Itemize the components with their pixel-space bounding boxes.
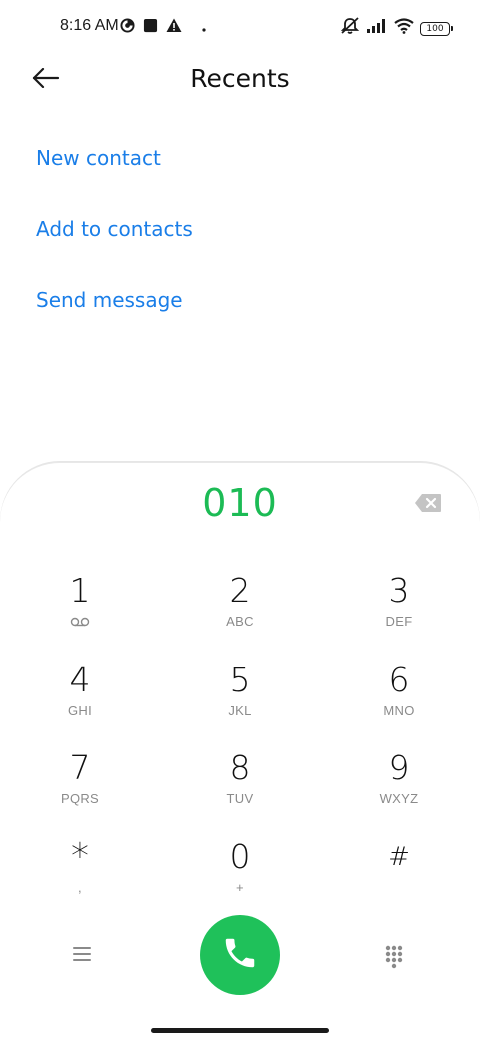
dialer-screen: 8:16 AM 100 Recents New contact Add to c…: [0, 0, 480, 1040]
backspace-button[interactable]: [414, 493, 442, 515]
add-to-contacts-link[interactable]: Add to contacts: [36, 207, 193, 278]
warning-icon: [166, 18, 182, 38]
dialer-bottom-bar: [0, 915, 480, 997]
backspace-icon: [414, 494, 442, 517]
key-letters: PQRS: [60, 791, 100, 806]
contact-actions: New contact Add to contacts Send message: [36, 136, 193, 349]
key-digit: 4: [69, 660, 91, 699]
key-3[interactable]: 3 DEF: [339, 571, 459, 651]
dialed-number: 010: [202, 481, 278, 525]
key-digit: 3: [388, 571, 410, 610]
voicemail-icon: [20, 613, 140, 631]
key-letters: ,: [78, 880, 82, 895]
key-digit: #: [388, 842, 410, 872]
key-7[interactable]: 7 PQRS: [20, 748, 140, 828]
battery-icon: 100: [420, 21, 453, 36]
status-bar: 8:16 AM 100: [0, 0, 480, 54]
key-0[interactable]: 0 +: [180, 837, 300, 917]
key-digit: 8: [229, 748, 251, 787]
key-digit: 6: [388, 660, 410, 699]
key-letters: ABC: [226, 614, 254, 629]
status-right-icons: 100: [340, 17, 453, 40]
header: Recents: [0, 54, 480, 106]
key-5[interactable]: 5 JKL: [180, 660, 300, 740]
menu-icon: [72, 947, 92, 967]
key-letters: WXYZ: [379, 791, 419, 806]
key-1[interactable]: 1: [20, 571, 140, 651]
key-letters: MNO: [383, 703, 415, 718]
data-saver-icon: [120, 18, 135, 38]
key-letters: TUV: [226, 791, 254, 806]
key-star[interactable]: * ,: [20, 837, 140, 917]
key-digit: 9: [388, 748, 410, 787]
menu-button[interactable]: [72, 945, 98, 967]
key-hash[interactable]: #: [339, 837, 459, 917]
key-4[interactable]: 4 GHI: [20, 660, 140, 740]
dot-icon: [202, 19, 206, 37]
key-9[interactable]: 9 WXYZ: [339, 748, 459, 828]
key-6[interactable]: 6 MNO: [339, 660, 459, 740]
key-digit: 0: [229, 837, 251, 876]
dialer-sheet: 010 1 2 ABC 3 DEF 4 GHI 5 JKL 6 MNO 7 PQ…: [0, 462, 480, 1040]
muted-icon: [340, 17, 360, 40]
square-notification-icon: [143, 18, 158, 38]
key-letters: DEF: [385, 614, 413, 629]
dialpad-toggle-button[interactable]: [385, 945, 405, 969]
key-8[interactable]: 8 TUV: [180, 748, 300, 828]
status-left-icons: [120, 18, 206, 38]
key-2[interactable]: 2 ABC: [180, 571, 300, 651]
phone-icon: [221, 934, 259, 977]
status-time: 8:16 AM: [60, 17, 119, 34]
key-digit: 2: [229, 571, 251, 610]
key-digit: 5: [229, 660, 251, 699]
key-digit: 7: [69, 748, 91, 787]
key-letters: GHI: [67, 703, 92, 718]
new-contact-link[interactable]: New contact: [36, 136, 193, 207]
call-button[interactable]: [200, 915, 280, 995]
key-digit: 1: [69, 571, 91, 610]
key-letters: +: [236, 880, 244, 895]
signal-icon: [366, 18, 388, 39]
wifi-icon: [394, 18, 414, 39]
home-indicator[interactable]: [151, 1028, 329, 1033]
dialpad-icon: [385, 945, 403, 973]
page-title: Recents: [190, 64, 290, 93]
key-letters: JKL: [228, 703, 252, 718]
key-digit: *: [71, 836, 89, 877]
send-message-link[interactable]: Send message: [36, 278, 193, 349]
